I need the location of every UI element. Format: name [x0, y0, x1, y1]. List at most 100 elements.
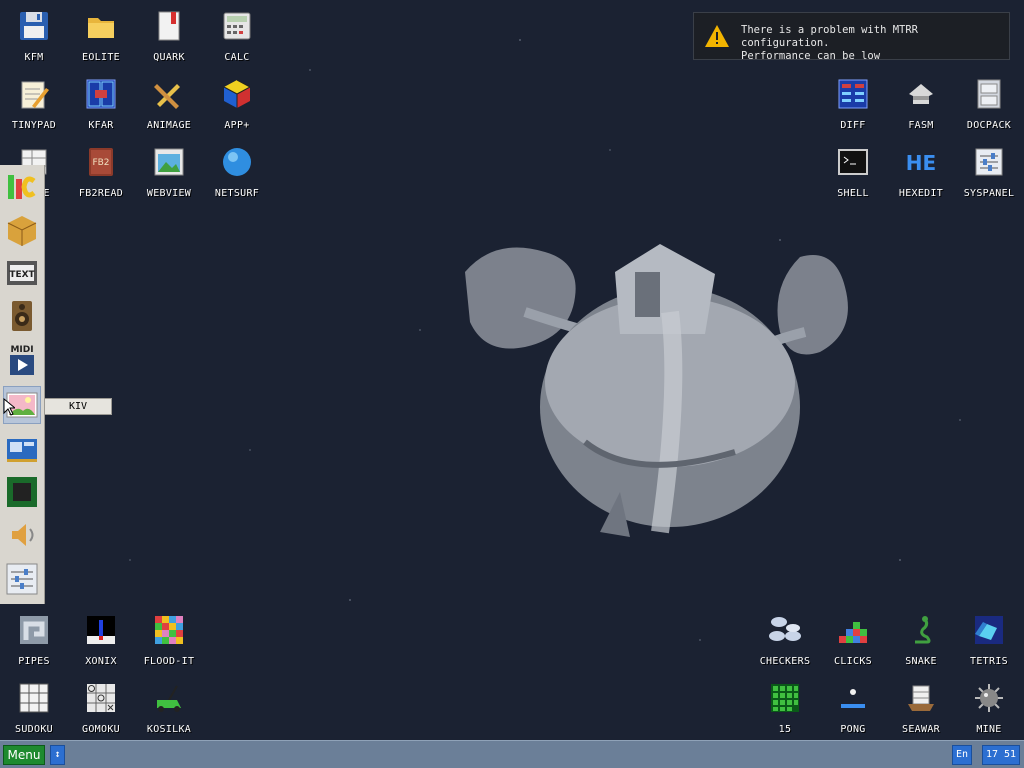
- icon-label: CALC: [224, 52, 250, 63]
- desktop-icon-fb2read[interactable]: FB2 FB2READ: [69, 138, 133, 204]
- desktop-icon-diff[interactable]: DIFF: [821, 70, 885, 136]
- desktop-icon-kfm[interactable]: KFM: [2, 2, 66, 68]
- desktop-icon-netsurf[interactable]: NETSURF: [205, 138, 269, 204]
- desktop-icon-webview[interactable]: WEBVIEW: [137, 138, 201, 204]
- floppy-disk-icon: [20, 12, 48, 40]
- desktop-icon-quark[interactable]: QUARK: [137, 2, 201, 68]
- globe-icon: [223, 148, 251, 176]
- icon-label: FASM: [908, 120, 934, 131]
- tree-house-planet-wallpaper: [465, 244, 848, 537]
- assembler-icon: [909, 84, 933, 104]
- desktop-icon-snake[interactable]: SNAKE: [889, 606, 953, 672]
- icon-label: ANIMAGE: [146, 120, 192, 131]
- icon-label: SYSPANEL: [963, 188, 1015, 199]
- mine-icon: [975, 684, 1003, 712]
- icon-label: WEBVIEW: [146, 188, 192, 199]
- rubiks-cube-icon: [223, 79, 251, 108]
- icon-label: KFM: [24, 52, 44, 63]
- color-grid-icon: [155, 616, 183, 644]
- desktop-icon-gomoku[interactable]: GOMOKU: [69, 674, 133, 740]
- desktop-icon-pipes[interactable]: PIPES: [2, 606, 66, 672]
- window-switch-button[interactable]: ↕: [50, 745, 65, 765]
- sudoku-grid-icon: [19, 683, 49, 713]
- icon-label: PIPES: [18, 656, 50, 667]
- notepad-pencil-icon: [21, 81, 49, 109]
- icon-label: FLOOD-IT: [143, 656, 195, 667]
- taskbar: Menu ↕ En 17 51: [0, 740, 1024, 768]
- desktop-icon-mine[interactable]: MINE: [957, 674, 1021, 740]
- desktop-icon-hexedit[interactable]: HE HEXEDIT: [889, 138, 953, 204]
- dock-item-volume[interactable]: [4, 517, 40, 553]
- menu-button[interactable]: Menu: [3, 745, 45, 765]
- desktop-icon-animage[interactable]: ANIMAGE: [137, 70, 201, 136]
- desktop-icon-clicks[interactable]: CLICKS: [821, 606, 885, 672]
- tetris-icon: [975, 616, 1003, 644]
- checkers-pieces-icon: [769, 617, 801, 641]
- icon-label: SNAKE: [905, 656, 937, 667]
- dock-item-text-editor[interactable]: TEXT: [4, 255, 40, 291]
- desktop-icon-app-plus[interactable]: APP+: [205, 70, 269, 136]
- terminal-icon: [838, 149, 868, 175]
- dock-item-irc[interactable]: [4, 169, 40, 205]
- icon-label: APP+: [224, 120, 250, 131]
- desktop-icon-docpack[interactable]: DOCPACK: [957, 70, 1021, 136]
- notification-line-1: There is a problem with MTRR configurati…: [741, 24, 919, 49]
- package-icon: [7, 216, 37, 246]
- dock-item-package[interactable]: [4, 212, 40, 248]
- pong-paddle-icon: [841, 689, 865, 708]
- icon-label: TINYPAD: [11, 120, 57, 131]
- desktop-icon-pong[interactable]: PONG: [821, 674, 885, 740]
- desktop-icon-fasm[interactable]: FASM: [889, 70, 953, 136]
- clock[interactable]: 17 51: [982, 745, 1020, 765]
- fifteen-puzzle-icon: [771, 684, 799, 712]
- dock-item-speaker[interactable]: [4, 298, 40, 334]
- desktop-icon-kosilka[interactable]: KOSILKA: [137, 674, 201, 740]
- text-editor-icon: TEXT: [7, 261, 37, 285]
- icon-label: SHELL: [837, 188, 869, 199]
- desktop-icon-flood-it[interactable]: FLOOD-IT: [137, 606, 201, 672]
- icon-label: KFAR: [88, 120, 114, 131]
- book-icon: FB2: [89, 148, 113, 176]
- dock-item-midi-player[interactable]: MIDI: [4, 341, 40, 377]
- midi-glyph: MIDI: [10, 345, 33, 355]
- icon-label: DOCPACK: [966, 120, 1012, 131]
- hexedit-glyph: HE: [906, 151, 936, 175]
- desktop-icon-kfar[interactable]: KFAR: [69, 70, 133, 136]
- icon-label: MINE: [976, 724, 1002, 735]
- icon-label: QUARK: [153, 52, 185, 63]
- calculator-icon: [223, 12, 251, 40]
- dock-item-settings[interactable]: [4, 561, 40, 597]
- blocks-stack-icon: [839, 622, 867, 643]
- icon-label: CLICKS: [834, 656, 872, 667]
- desktop-icon-checkers[interactable]: CHECKERS: [753, 606, 817, 672]
- desktop-icon-syspanel[interactable]: SYSPANEL: [957, 138, 1021, 204]
- cpu-chip-icon: [7, 477, 37, 507]
- mouse-pointer-icon: [3, 398, 15, 416]
- desktop-icon-xonix[interactable]: XONIX: [69, 606, 133, 672]
- notification-message: There is a problem with MTRR configurati…: [741, 24, 1009, 63]
- pipes-icon: [20, 616, 48, 644]
- diff-panels-icon: [838, 79, 868, 109]
- desktop-icon-tetris[interactable]: TETRIS: [957, 606, 1021, 672]
- fb2-glyph: FB2: [92, 158, 109, 168]
- desktop-icon-sudoku[interactable]: SUDOKU: [2, 674, 66, 740]
- desktop-icon-calc[interactable]: CALC: [205, 2, 269, 68]
- desktop-icon-seawar[interactable]: SEAWAR: [889, 674, 953, 740]
- desktop-icon-eolite[interactable]: EOLITE: [69, 2, 133, 68]
- dock-tooltip: KIV: [44, 398, 112, 415]
- dock-item-cpu[interactable]: [4, 474, 40, 510]
- desktop-icon-15[interactable]: 15: [753, 674, 817, 740]
- warning-icon: [705, 25, 729, 47]
- desktop-icon-shell[interactable]: SHELL: [821, 138, 885, 204]
- settings-sliders-icon: [6, 563, 38, 595]
- icon-label: NETSURF: [214, 188, 260, 199]
- dock-item-network-card[interactable]: [4, 431, 40, 467]
- icon-label: DIFF: [840, 120, 866, 131]
- icon-label: KOSILKA: [146, 724, 192, 735]
- icon-label: SEAWAR: [902, 724, 940, 735]
- keyboard-layout-indicator[interactable]: En: [952, 745, 972, 765]
- icon-label: PONG: [840, 724, 866, 735]
- mtrr-warning-notification[interactable]: There is a problem with MTRR configurati…: [693, 12, 1010, 63]
- side-dock-panel: TEXT MIDI: [0, 165, 45, 604]
- desktop-icon-tinypad[interactable]: TINYPAD: [2, 70, 66, 136]
